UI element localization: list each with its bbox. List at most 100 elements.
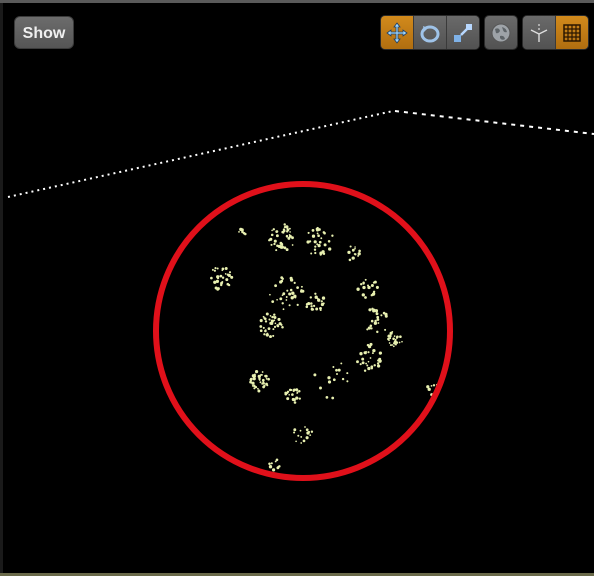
particle (273, 239, 277, 243)
particle (221, 276, 225, 279)
particle (384, 328, 387, 331)
particle (340, 362, 343, 365)
scale-button[interactable] (447, 16, 479, 49)
particle (375, 312, 379, 316)
particle (388, 339, 390, 342)
particle (380, 359, 382, 362)
particle (346, 380, 349, 383)
globe-icon (491, 23, 511, 42)
particle (332, 366, 335, 368)
particle (364, 278, 367, 281)
particle (387, 334, 391, 338)
particle (312, 308, 315, 311)
particle (274, 322, 277, 325)
grid-snap-icon (563, 23, 581, 42)
particle (337, 368, 341, 372)
particle (314, 245, 317, 248)
particle (341, 377, 345, 381)
particle (316, 232, 319, 235)
particle (331, 396, 335, 400)
particle (226, 282, 230, 286)
particle (302, 439, 306, 443)
particle (213, 269, 216, 272)
particle (370, 367, 374, 370)
level-viewport[interactable]: Show (3, 3, 594, 573)
particle (271, 229, 273, 232)
particle (356, 287, 360, 291)
particle (279, 297, 283, 301)
particle (295, 440, 297, 443)
particle (293, 428, 297, 432)
particle (257, 374, 261, 379)
particle (346, 372, 349, 375)
particle (272, 334, 275, 337)
particle (261, 378, 265, 382)
particle (370, 284, 374, 287)
particle (289, 231, 291, 233)
particle (322, 302, 325, 305)
particle (356, 360, 359, 364)
particle (366, 284, 370, 287)
particle (361, 361, 365, 365)
particle (214, 267, 217, 270)
surface-snap-icon (530, 23, 548, 42)
particle (253, 384, 256, 388)
particle (259, 381, 262, 384)
particle (285, 299, 288, 301)
show-button[interactable]: Show (14, 16, 74, 49)
particle (371, 352, 374, 355)
particle (310, 252, 313, 255)
particle (395, 341, 399, 344)
particle (240, 228, 244, 232)
particle (293, 401, 297, 404)
particle (289, 227, 291, 230)
particle (320, 300, 323, 303)
particle (220, 281, 223, 285)
particle (380, 314, 383, 317)
particle (279, 241, 283, 245)
particle (378, 351, 383, 355)
particle (312, 304, 316, 308)
particle (367, 351, 370, 354)
particle (307, 302, 311, 306)
particle (275, 234, 279, 238)
translate-button[interactable] (381, 16, 414, 49)
particle (363, 369, 367, 372)
particle (375, 285, 379, 289)
particle (394, 338, 397, 341)
particle (280, 323, 283, 326)
particle (432, 384, 436, 387)
particle (288, 304, 291, 307)
particle (293, 294, 297, 298)
particle (257, 387, 259, 390)
particle (366, 328, 369, 331)
particle (265, 378, 268, 380)
particle (351, 248, 355, 252)
particle (388, 342, 391, 344)
viewport-scene (7, 110, 594, 481)
particle (295, 396, 299, 400)
particle (279, 245, 283, 249)
grid-snap-button[interactable] (556, 16, 588, 49)
particle (305, 305, 309, 309)
particle (362, 285, 366, 290)
particle (369, 357, 372, 359)
bounds-line-right (394, 110, 594, 135)
particle (269, 335, 272, 339)
particle (314, 251, 317, 255)
particle (277, 317, 281, 321)
particle (354, 253, 357, 256)
particle (328, 247, 332, 251)
particle (293, 431, 296, 434)
particle (364, 296, 367, 299)
rotate-button[interactable] (414, 16, 447, 49)
particle (372, 348, 376, 353)
particle (275, 249, 278, 252)
surface-snap-button[interactable] (523, 16, 556, 49)
bounds-line-left (7, 110, 394, 198)
world-local-toggle[interactable] (485, 16, 517, 49)
particle (276, 324, 279, 327)
particle (290, 389, 293, 391)
particle (296, 391, 299, 394)
particle (282, 228, 286, 231)
